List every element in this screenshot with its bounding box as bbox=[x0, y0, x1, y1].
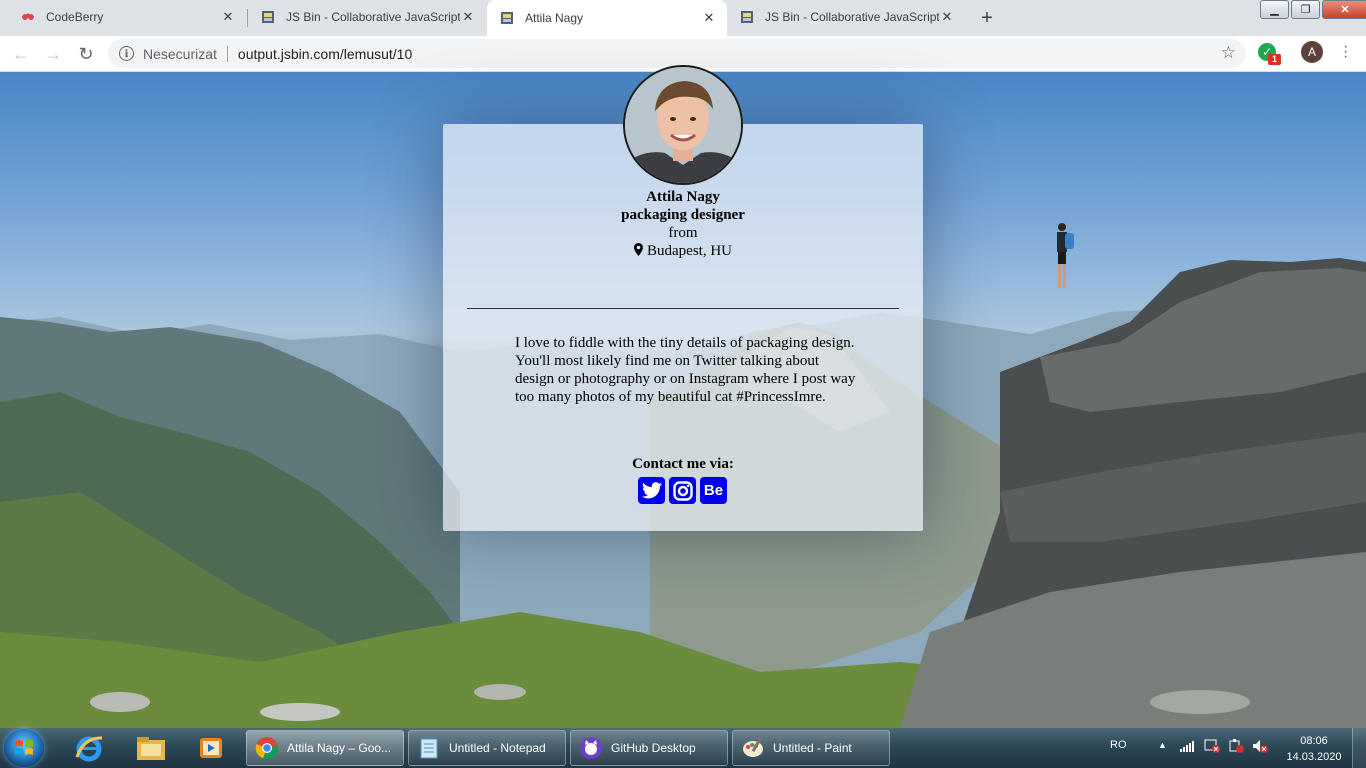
taskbar-chrome[interactable]: Attila Nagy – Goo... bbox=[246, 730, 404, 766]
start-button[interactable] bbox=[4, 729, 44, 767]
twitter-icon[interactable] bbox=[638, 477, 665, 504]
profile-photo bbox=[623, 65, 743, 185]
kebab-menu-icon[interactable]: · · · bbox=[1343, 39, 1348, 65]
divider-line bbox=[467, 308, 899, 309]
close-window-button[interactable]: ✕ bbox=[1322, 0, 1366, 19]
jsbin-icon bbox=[499, 10, 515, 26]
hiker-figure bbox=[1057, 223, 1074, 288]
back-button[interactable]: ← bbox=[9, 42, 33, 66]
window-controls: ▁ ❐ ✕ bbox=[1258, 0, 1366, 19]
reload-button[interactable]: ↻ bbox=[74, 42, 98, 66]
profile-bio: I love to fiddle with the tiny details o… bbox=[515, 335, 856, 405]
network-icon[interactable] bbox=[1180, 740, 1194, 755]
info-icon[interactable]: i bbox=[119, 46, 134, 61]
url-text[interactable]: output.jsbin.com/lemusut/10 bbox=[238, 46, 412, 62]
profile-avatar[interactable]: A bbox=[1301, 41, 1323, 63]
profile-role: packaging designer bbox=[621, 207, 745, 223]
map-marker-icon bbox=[634, 243, 643, 256]
clock-date: 14.03.2020 bbox=[1286, 751, 1342, 763]
location-text: Budapest, HU bbox=[647, 243, 732, 259]
task-label: Untitled - Paint bbox=[773, 741, 852, 755]
tab-strip: CodeBerry ✕ JS Bin - Collaborative JavaS… bbox=[0, 0, 1366, 36]
contact-label: Contact me via: bbox=[632, 456, 734, 472]
close-tab-icon[interactable]: ✕ bbox=[460, 9, 476, 25]
codeberry-icon bbox=[20, 9, 36, 25]
tab-title: JS Bin - Collaborative JavaScript D bbox=[286, 10, 460, 24]
language-indicator[interactable]: RO bbox=[1110, 739, 1127, 751]
media-player-icon[interactable] bbox=[186, 731, 236, 765]
action-center-icon[interactable] bbox=[1204, 739, 1220, 756]
system-clock[interactable]: 08:06 14.03.2020 bbox=[1284, 733, 1344, 765]
windows-taskbar: Attila Nagy – Goo... Untitled - Notepad … bbox=[0, 728, 1366, 768]
tab-codeberry[interactable]: CodeBerry ✕ bbox=[8, 0, 246, 34]
extension-badge: 1 bbox=[1268, 54, 1281, 65]
profile-from-label: from bbox=[668, 225, 698, 241]
social-links: Be bbox=[638, 477, 727, 504]
task-label: GitHub Desktop bbox=[611, 741, 696, 755]
github-desktop-icon bbox=[579, 736, 603, 760]
instagram-icon[interactable] bbox=[669, 477, 696, 504]
notepad-icon bbox=[417, 736, 441, 760]
taskbar-notepad[interactable]: Untitled - Notepad bbox=[408, 730, 566, 766]
security-label: Nesecurizat bbox=[143, 45, 217, 62]
maximize-button[interactable]: ❐ bbox=[1291, 0, 1320, 19]
behance-text: Be bbox=[703, 482, 724, 499]
minimize-button[interactable]: ▁ bbox=[1260, 0, 1289, 19]
file-explorer-icon[interactable] bbox=[126, 731, 176, 765]
show-hidden-icons[interactable]: ▲ bbox=[1158, 740, 1167, 750]
close-tab-icon[interactable]: ✕ bbox=[220, 9, 236, 25]
address-bar[interactable]: i Nesecurizat output.jsbin.com/lemusut/1… bbox=[108, 39, 1246, 68]
close-tab-icon[interactable]: ✕ bbox=[701, 10, 717, 26]
tab-title: JS Bin - Collaborative JavaScript D bbox=[765, 10, 939, 24]
show-desktop-button[interactable] bbox=[1352, 728, 1366, 768]
tab-title: Attila Nagy bbox=[525, 11, 584, 25]
behance-icon[interactable]: Be bbox=[700, 477, 727, 504]
taskbar-paint[interactable]: Untitled - Paint bbox=[732, 730, 890, 766]
tab-jsbin-1[interactable]: JS Bin - Collaborative JavaScript D ✕ bbox=[248, 0, 486, 34]
profile-name: Attila Nagy bbox=[646, 189, 720, 205]
volume-muted-icon[interactable] bbox=[1252, 739, 1268, 756]
task-label: Untitled - Notepad bbox=[449, 741, 546, 755]
power-icon[interactable] bbox=[1228, 739, 1244, 756]
tab-attila-nagy[interactable]: Attila Nagy ✕ bbox=[487, 0, 727, 36]
divider bbox=[226, 45, 228, 62]
chrome-icon bbox=[255, 736, 279, 760]
clock-time: 08:06 bbox=[1300, 735, 1328, 747]
internet-explorer-icon[interactable] bbox=[64, 731, 114, 765]
bookmark-star-icon[interactable]: ☆ bbox=[1221, 43, 1236, 63]
jsbin-icon bbox=[739, 9, 755, 25]
task-label: Attila Nagy – Goo... bbox=[287, 741, 392, 755]
tab-title: CodeBerry bbox=[46, 10, 104, 24]
windows-logo-icon bbox=[15, 740, 33, 755]
profile-heading: Attila Nagy packaging designer from Buda… bbox=[443, 188, 923, 260]
jsbin-icon bbox=[260, 9, 276, 25]
forward-button[interactable]: → bbox=[41, 42, 65, 66]
tab-jsbin-2[interactable]: JS Bin - Collaborative JavaScript D ✕ bbox=[727, 0, 965, 34]
paint-icon bbox=[741, 736, 765, 760]
close-tab-icon[interactable]: ✕ bbox=[939, 9, 955, 25]
taskbar-github-desktop[interactable]: GitHub Desktop bbox=[570, 730, 728, 766]
new-tab-button[interactable]: + bbox=[975, 6, 999, 30]
profile-location: Budapest, HU bbox=[443, 242, 923, 260]
